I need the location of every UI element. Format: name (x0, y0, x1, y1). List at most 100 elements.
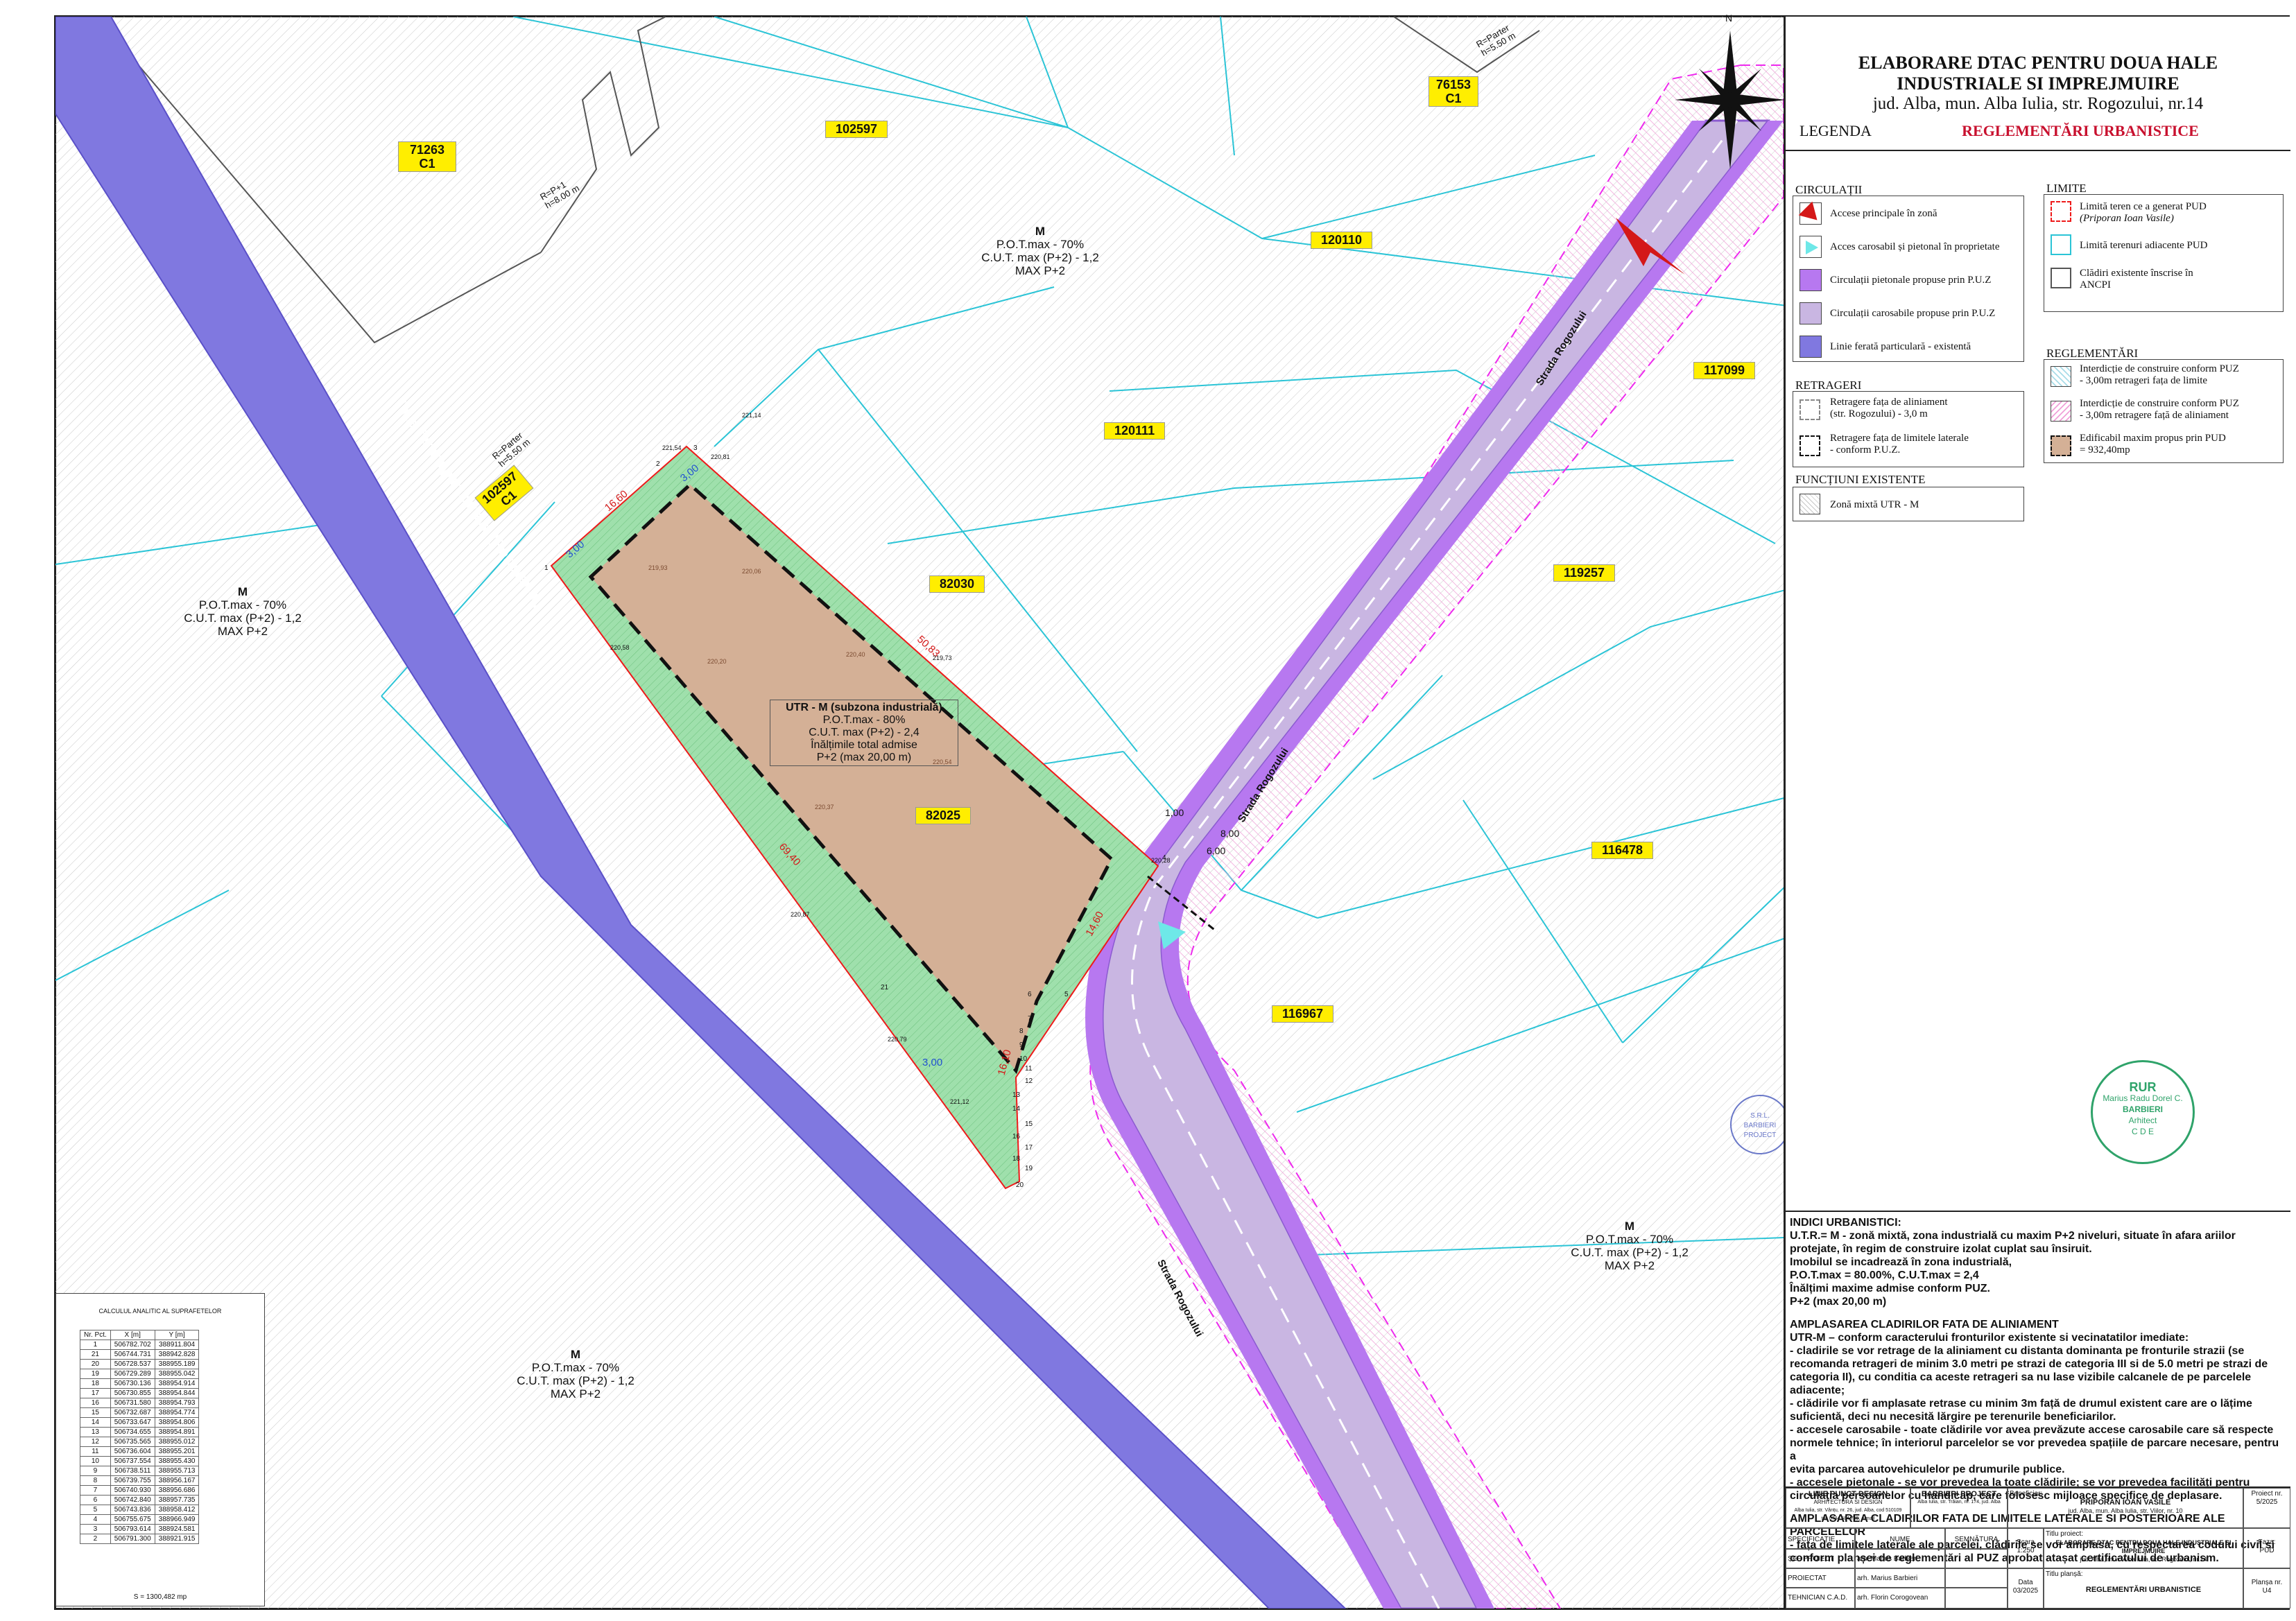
calc-title: CALCULUL ANALITIC AL SUPRAFETELOR (98, 1308, 222, 1315)
legend-label: Edificabil maxim propus prin PUD (2080, 433, 2226, 444)
calc-cell: 1 (80, 1340, 111, 1350)
calc-row: 20 506728.537 388955.189 (80, 1359, 200, 1369)
calc-cell: 388954.914 (154, 1378, 200, 1389)
legend-label: Limită teren ce a generat PUD (2080, 201, 2207, 212)
title-block: LINIE PUNCT DESIGN ARHITECTURA SI DESIGN… (1786, 1486, 2290, 1610)
legend-label: Circulații pietonale propuse prin P.U.Z (1830, 275, 1992, 286)
calc-row: 21 506744.731 388942.828 (80, 1349, 200, 1360)
calc-cell: 7 (80, 1485, 111, 1496)
name-cell: arh. Marius Barbieri (1855, 1568, 1945, 1588)
role-cell: TEHNICIAN C.A.D. (1786, 1588, 1855, 1609)
calc-cell: 388924.581 (154, 1524, 200, 1534)
swatch-buildings (2051, 268, 2071, 288)
indici-line: - accesele carosabile - toate clădirile … (1790, 1424, 2274, 1436)
legend-label: Zonă mixtă UTR - M (1830, 499, 1919, 510)
legend-label: Interdicție de construire conform PUZ (2080, 398, 2239, 409)
titlu-proiect-cell: Titlu proiect: ELABORARE DTAC PENTRU DOU… (2044, 1528, 2243, 1568)
indici-line: Imobilul se incadrează în zona industria… (1790, 1256, 2012, 1268)
site-plan-map[interactable] (55, 17, 1784, 1609)
name-cell: arh. Florin Corogovean (1855, 1588, 1945, 1609)
calc-cell: 506737.554 (110, 1456, 155, 1466)
swatch-retragere-laterale (1799, 435, 1820, 456)
role-cell: ȘEF PROIECT (1786, 1549, 1855, 1568)
calc-cell: 388954.793 (154, 1398, 200, 1408)
beneficiar-cell: Beneficiar: PRIPORAN IOAN VASILE jud. Al… (2008, 1488, 2243, 1528)
legend-label: = 932,40mp (2080, 444, 2130, 456)
swatch-interdiction-aliniament (2051, 401, 2071, 422)
calc-cell: 506734.655 (110, 1427, 155, 1437)
calc-cell: 12 (80, 1437, 111, 1447)
calc-cell: 388955.042 (154, 1369, 200, 1379)
calc-cell: 506730.136 (110, 1378, 155, 1389)
calc-cell: 388955.713 (154, 1466, 200, 1476)
plan-name: REGLEMENTĂRI URBANISTICE (1962, 122, 2199, 139)
calc-cell: 388957.735 (154, 1495, 200, 1505)
legend-label: Limită terenuri adiacente PUD (2080, 240, 2208, 251)
legend-label: Interdicție de construire conform PUZ (2080, 363, 2239, 374)
calc-cell: 506744.731 (110, 1349, 155, 1360)
header-nume: NUME (1855, 1528, 1945, 1549)
legend-label: Retragere fața de aliniament (1830, 397, 1948, 408)
legend-group-heading: REGLEMENTĂRI (2046, 347, 2139, 360)
calc-cell: 506742.840 (110, 1495, 155, 1505)
swatch-retragere-aliniament (1799, 399, 1820, 420)
calc-cell: 388956.686 (154, 1485, 200, 1496)
swatch-zone-mixt (1799, 494, 1820, 514)
indici-line: protejate, în regim de construire izolat… (1790, 1243, 2092, 1255)
sheet: N 71263 C1 102597 120110 120111 117099 11… (0, 0, 2296, 1621)
swatch-interdiction-limits (2051, 366, 2071, 387)
indici-line: adiacente; (1790, 1385, 1845, 1396)
data-cell: Data 03/2025 (2008, 1568, 2044, 1609)
calc-row: 17 506730.855 388954.844 (80, 1388, 200, 1398)
calc-cell: 506732.687 (110, 1407, 155, 1418)
calc-cell: 506731.580 (110, 1398, 155, 1408)
calc-row: 14 506733.647 388954.806 (80, 1417, 200, 1428)
legend-label: ANCPI (2080, 279, 2112, 291)
indici-line: U.T.R.= M - zonă mixtă, zona industrială… (1790, 1230, 2236, 1242)
calc-cell: 388954.806 (154, 1417, 200, 1428)
calc-row: 19 506729.289 388955.042 (80, 1369, 200, 1379)
calc-header: Y [m] (154, 1330, 200, 1340)
project-title-line2: INDUSTRIALE SI IMPREJMUIRE (1897, 73, 2180, 94)
firm2-cell: BARBIERI PROJECT Alba Iulia, str. Trăian… (1910, 1488, 2008, 1528)
role-cell: PROIECTAT (1786, 1568, 1855, 1588)
calc-row: 3 506793.614 388924.581 (80, 1524, 200, 1534)
calc-cell: 506791.300 (110, 1534, 155, 1544)
legend-group-heading: LIMITE (2046, 182, 2087, 195)
project-location: jud. Alba, mun. Alba Iulia, str. Rogozul… (1872, 94, 2204, 113)
faza-cell: Faza: PUD (2243, 1528, 2290, 1568)
calc-row: 13 506734.655 388954.891 (80, 1427, 200, 1437)
indici-line: UTR-M – conform caracterului fronturilor… (1790, 1332, 2189, 1344)
calc-row: 1 506782.702 388911.804 (80, 1340, 200, 1350)
calc-row: 4 506755.675 388966.949 (80, 1514, 200, 1525)
calc-cell: 506729.289 (110, 1369, 155, 1379)
scara-cell: Scara 1:250 (2008, 1528, 2044, 1568)
swatch-main-access (1798, 201, 1824, 227)
calc-cell: 19 (80, 1369, 111, 1379)
calc-cell: 388955.430 (154, 1456, 200, 1466)
legend-label: Acces carosabil și pietonal în proprieta… (1830, 241, 2000, 252)
calc-cell: 3 (80, 1524, 111, 1534)
calc-cell: 506738.511 (110, 1466, 155, 1476)
calc-cell: 506733.647 (110, 1417, 155, 1428)
plansa-cell: Planșa nr. U4 (2243, 1568, 2290, 1609)
indici-line: recomanda retrageri de minim 3.0 metri p… (1790, 1358, 2268, 1370)
calc-cell: 506736.604 (110, 1446, 155, 1457)
swatch-road (1799, 302, 1822, 324)
calc-cell: 6 (80, 1495, 111, 1505)
legend-label: Accese principale în zonă (1830, 208, 1937, 219)
legend-label: Clădiri existente înscrise în (2080, 268, 2193, 279)
calc-cell: 5 (80, 1505, 111, 1515)
calc-cell: 4 (80, 1514, 111, 1525)
signature-cell (1945, 1588, 2008, 1609)
calc-cell: 388956.167 (154, 1475, 200, 1486)
legend-group-heading: RETRAGERI (1795, 379, 1862, 392)
legend-label: (str. Rogozului) - 3,0 m (1830, 408, 1928, 419)
legend-label: - 3,00m retrageri fața de limite (2080, 375, 2208, 386)
header-specificatie: SPECIFICAȚIE (1786, 1528, 1855, 1549)
calc-cell: 506793.614 (110, 1524, 155, 1534)
calc-cell: 388921.915 (154, 1534, 200, 1544)
indici-line: suficientă, deci nu necesită lărgire pe … (1790, 1411, 2116, 1423)
legend-heading: LEGENDA (1799, 122, 1872, 139)
legend-panel: ELABORARE DTAC PENTRU DOUA HALE INDUSTRI… (1784, 17, 2290, 1609)
